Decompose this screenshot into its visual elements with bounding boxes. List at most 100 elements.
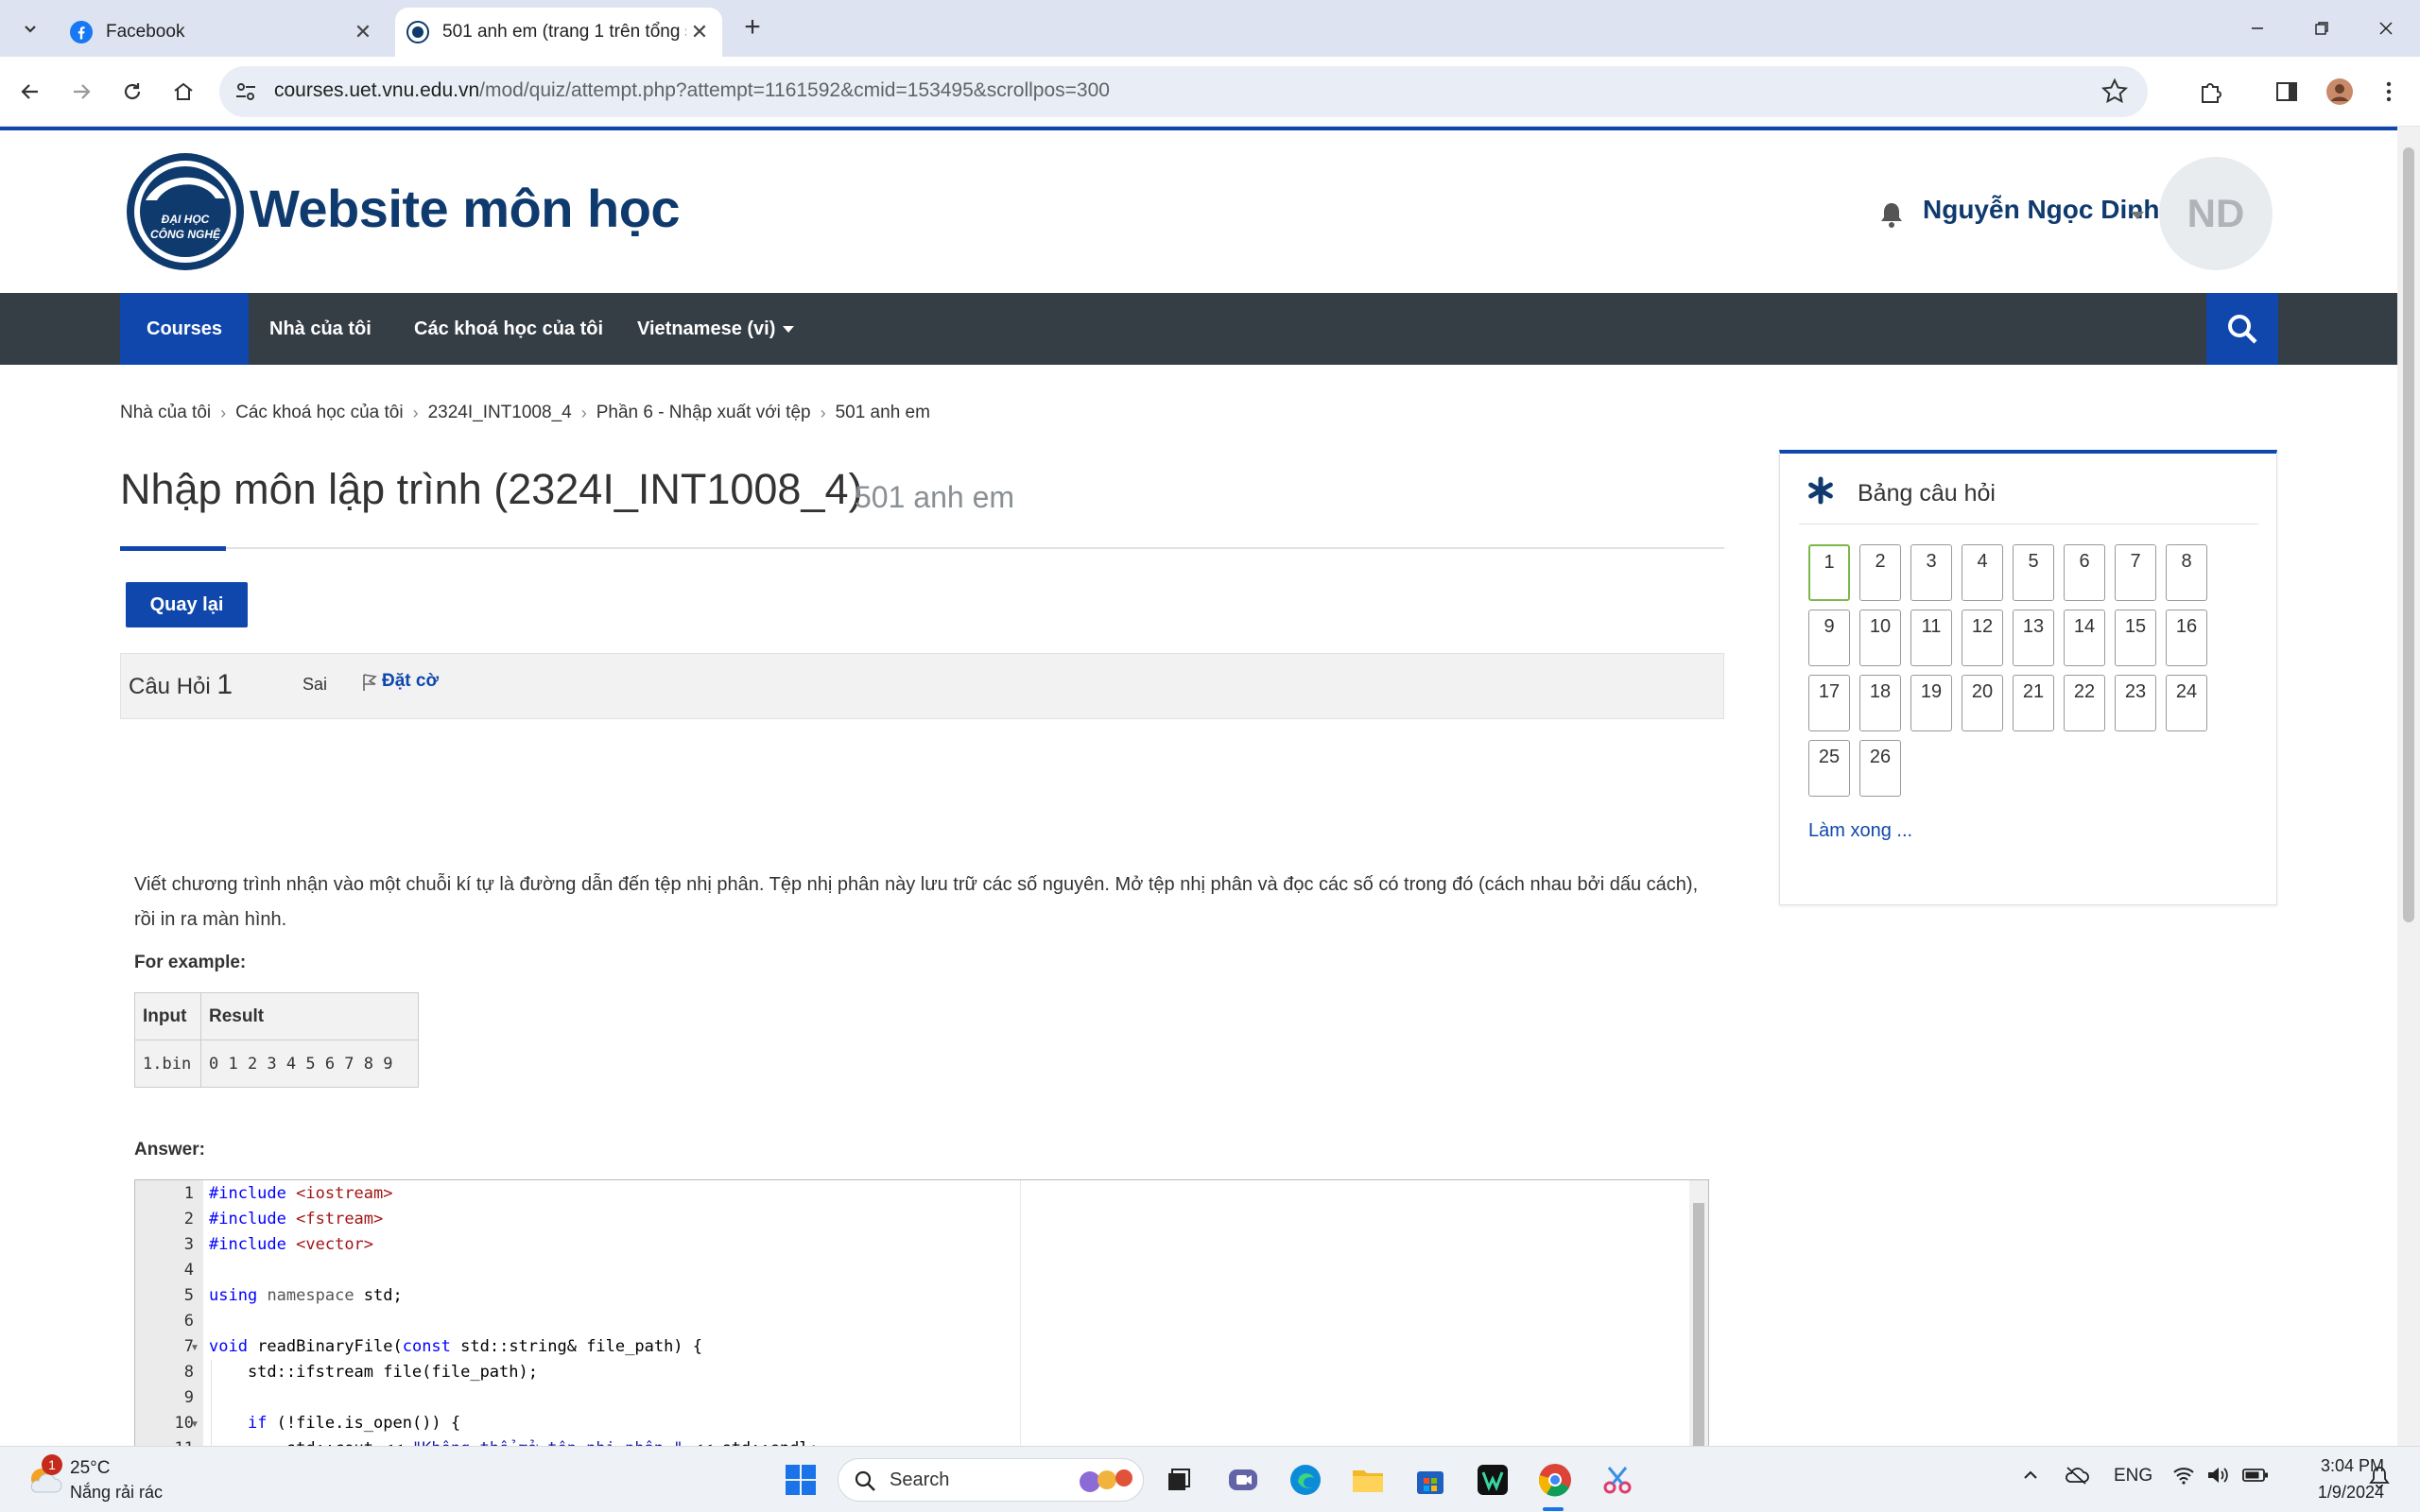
home-button[interactable] [164, 73, 202, 111]
uet-logo[interactable]: ĐẠI HỌC CÔNG NGHỆ [125, 151, 246, 272]
quiz-nav-question-button[interactable]: 10 [1859, 610, 1901, 666]
user-avatar[interactable]: ND [2159, 157, 2273, 270]
flag-question-button[interactable]: Đặt cờ [361, 671, 439, 692]
quiz-nav-question-button[interactable]: 25 [1808, 740, 1850, 797]
weather-condition[interactable]: Nắng rải rác [70, 1483, 163, 1503]
code-line: if (!file.is_open()) { [247, 1414, 461, 1433]
tab-quiz[interactable]: 501 anh em (trang 1 trên tổng s ✕ [395, 8, 722, 57]
code-editor[interactable]: 1 2 3 4 5 6 7 8 9 10 11 ▼ ▼ #include <io… [134, 1179, 1709, 1446]
quiz-nav-question-button[interactable]: 5 [2013, 544, 2054, 601]
breadcrumb-item[interactable]: 2324I_INT1008_4 [428, 403, 572, 423]
address-bar[interactable]: courses.uet.vnu.edu.vn/mod/quiz/attempt.… [219, 66, 2148, 117]
quiz-nav-question-button[interactable]: 16 [2166, 610, 2207, 666]
taskbar-app-gaming[interactable] [1473, 1460, 1512, 1500]
page-scrollbar[interactable] [2397, 127, 2420, 1446]
nav-my-courses[interactable]: Các khoá học của tôi [388, 293, 630, 365]
breadcrumb-item[interactable]: Nhà của tôi [120, 403, 211, 423]
taskbar-search[interactable]: Search [838, 1458, 1144, 1502]
finish-attempt-link[interactable]: Làm xong ... [1808, 820, 1912, 842]
bookmark-star-icon[interactable] [2100, 77, 2129, 106]
quiz-nav-question-button[interactable]: 3 [1910, 544, 1952, 601]
tab-facebook[interactable]: Facebook ✕ [59, 8, 386, 57]
browser-menu-button[interactable] [2371, 74, 2407, 110]
reload-button[interactable] [113, 73, 151, 111]
nav-language[interactable]: Vietnamese (vi) [611, 293, 821, 365]
nav-courses[interactable]: Courses [120, 293, 250, 365]
fold-arrow-icon[interactable]: ▼ [190, 1419, 199, 1430]
quiz-nav-question-button[interactable]: 7 [2115, 544, 2156, 601]
quiz-nav-question-button[interactable]: 9 [1808, 610, 1850, 666]
editor-scrollbar[interactable] [1689, 1180, 1708, 1446]
tab-title: Facebook [106, 22, 185, 42]
task-view-button[interactable] [1159, 1460, 1199, 1500]
quiz-nav-question-button[interactable]: 24 [2166, 675, 2207, 731]
quiz-nav-question-button[interactable]: 14 [2064, 610, 2105, 666]
breadcrumb-item[interactable]: Phần 6 - Nhập xuất với tệp [596, 403, 811, 423]
quiz-nav-question-button[interactable]: 8 [2166, 544, 2207, 601]
input-language[interactable]: ENG [2114, 1466, 2152, 1486]
extensions-button[interactable] [2193, 74, 2229, 110]
quiz-nav-question-button[interactable]: 20 [1962, 675, 2003, 731]
forward-nav-button[interactable] [62, 73, 100, 111]
quiz-nav-question-button[interactable]: 26 [1859, 740, 1901, 797]
restore-button[interactable] [2299, 11, 2344, 45]
notifications-button[interactable] [2369, 1466, 2390, 1494]
onedrive-tray[interactable] [2065, 1466, 2089, 1490]
close-window-button[interactable] [2363, 11, 2409, 45]
quiz-nav-question-button[interactable]: 11 [1910, 610, 1952, 666]
quiz-nav-question-button[interactable]: 17 [1808, 675, 1850, 731]
start-button[interactable] [781, 1460, 821, 1500]
taskbar-app-chrome[interactable] [1535, 1460, 1575, 1500]
speaker-icon [2208, 1468, 2228, 1483]
close-tab-icon[interactable]: ✕ [350, 19, 376, 45]
breadcrumb-item[interactable]: 501 anh em [836, 403, 930, 423]
quiz-nav-question-button[interactable]: 13 [2013, 610, 2054, 666]
quiz-nav-question-button[interactable]: 12 [1962, 610, 2003, 666]
quiz-nav-question-button[interactable]: 4 [1962, 544, 2003, 601]
back-nav-button[interactable] [11, 73, 49, 111]
quiz-nav-question-button[interactable]: 6 [2064, 544, 2105, 601]
breadcrumb-item[interactable]: Các khoá học của tôi [235, 403, 403, 423]
uet-favicon-icon [406, 21, 429, 43]
quiz-nav-question-button[interactable]: 22 [2064, 675, 2105, 731]
url-text[interactable]: courses.uet.vnu.edu.vn/mod/quiz/attempt.… [274, 79, 1110, 102]
minimize-button[interactable] [2235, 11, 2280, 45]
quiz-nav-question-button[interactable]: 23 [2115, 675, 2156, 731]
site-name[interactable]: Website môn học [250, 178, 681, 239]
wifi-tray[interactable] [2172, 1466, 2195, 1490]
taskbar-app-meet[interactable] [1223, 1460, 1263, 1500]
new-tab-button[interactable]: + [737, 13, 768, 43]
back-button[interactable]: Quay lại [126, 582, 248, 627]
user-menu-name[interactable]: Nguyễn Ngọc Dinh [1923, 195, 2159, 225]
volume-tray[interactable] [2206, 1466, 2229, 1490]
site-search-button[interactable] [2206, 293, 2278, 365]
fold-arrow-icon[interactable]: ▼ [190, 1343, 199, 1353]
quiz-nav-question-button[interactable]: 1 [1808, 544, 1850, 601]
quiz-nav-question-button[interactable]: 18 [1859, 675, 1901, 731]
quiz-nav-question-button[interactable]: 19 [1910, 675, 1952, 731]
reload-icon [124, 83, 141, 100]
taskbar-app-snipping[interactable] [1598, 1460, 1637, 1500]
nav-home[interactable]: Nhà của tôi [243, 293, 398, 365]
page-scroll-thumb[interactable] [2403, 147, 2414, 922]
quiz-nav-question-button[interactable]: 2 [1859, 544, 1901, 601]
weather-temperature[interactable]: 25°C [70, 1458, 110, 1479]
taskbar-app-edge[interactable] [1286, 1460, 1325, 1500]
profile-button[interactable] [2322, 74, 2358, 110]
tab-search-button[interactable] [15, 13, 45, 43]
editor-scroll-thumb[interactable] [1693, 1203, 1704, 1446]
battery-tray[interactable] [2242, 1466, 2269, 1490]
close-tab-icon[interactable]: ✕ [686, 19, 713, 45]
quiz-nav-question-button[interactable]: 15 [2115, 610, 2156, 666]
active-app-indicator [1543, 1507, 1564, 1511]
web-page: ĐẠI HỌC CÔNG NGHỆ Website môn học Nguyễn… [0, 127, 2397, 1446]
side-panel-button[interactable] [2269, 74, 2305, 110]
quiz-nav-question-button[interactable]: 21 [2013, 675, 2054, 731]
show-hidden-icons-button[interactable] [2021, 1466, 2040, 1490]
browser-toolbar: courses.uet.vnu.edu.vn/mod/quiz/attempt.… [0, 57, 2420, 127]
taskbar-app-store[interactable] [1410, 1460, 1450, 1500]
taskbar-app-file-explorer[interactable] [1348, 1460, 1388, 1500]
site-info-icon[interactable] [233, 78, 259, 105]
user-menu-caret-icon[interactable] [2131, 212, 2144, 219]
bell-icon[interactable] [1879, 200, 1904, 229]
